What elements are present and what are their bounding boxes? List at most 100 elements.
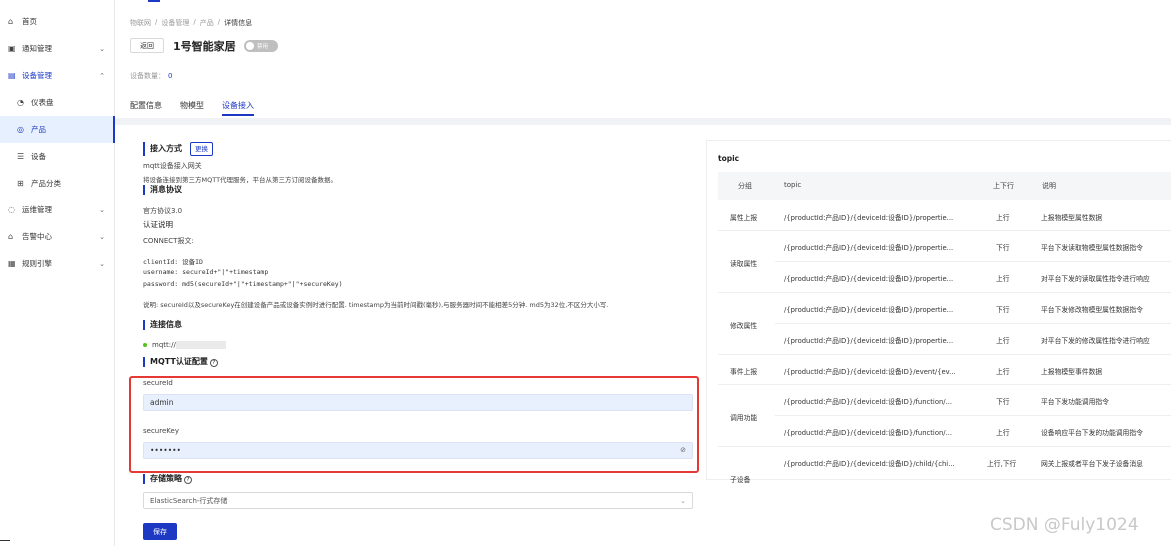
sidebar-item-label: 运维管理 — [22, 205, 52, 214]
topic-cell[interactable]: /{productId:产品ID}/{deviceId:设备ID}/proper… — [784, 335, 953, 345]
securekey-label: secureKey — [143, 427, 179, 435]
sidebar-item-alarm[interactable]: ⌂ 告警中心 ⌄ — [0, 223, 115, 250]
sidebar-item-ops[interactable]: ◌ 运维管理 ⌄ — [0, 196, 115, 223]
change-button[interactable]: 更换 — [190, 142, 213, 156]
topic-cell[interactable]: /{productId:产品ID}/{deviceId:设备ID}/proper… — [784, 242, 953, 252]
device-icon: ☰ — [17, 152, 25, 161]
row-divider — [718, 230, 1171, 231]
device-count: 设备数量： 0 — [130, 71, 172, 81]
row-divider — [775, 323, 1171, 324]
topic-cell[interactable]: /{productId:产品ID}/{deviceId:设备ID}/functi… — [784, 396, 952, 406]
code-line: clientId: 设备ID — [143, 258, 203, 266]
topic-cell[interactable]: /{productId:产品ID}/{deviceId:设备ID}/child/… — [784, 458, 955, 468]
group-cell: 读取属性 — [730, 260, 758, 268]
auth-title: 认证说明 — [143, 220, 173, 229]
connect-url: mqtt:// — [143, 341, 226, 349]
group-cell: 属性上报 — [730, 214, 758, 222]
access-name: mqtt设备接入网关 — [143, 162, 202, 170]
desc-cell: 上报物模型事件数据 — [1041, 368, 1103, 376]
watermark: CSDN @Fuly1024 — [990, 515, 1139, 535]
save-button[interactable]: 保存 — [143, 523, 177, 540]
question-icon[interactable]: ? — [184, 476, 192, 484]
storage-select[interactable]: ElasticSearch-行式存储 ⌄ — [143, 492, 693, 509]
breadcrumb-item[interactable]: 产品 — [200, 18, 214, 28]
breadcrumb-current: 详情信息 — [224, 19, 253, 27]
sidebar-item-home[interactable]: ⌂ 首页 — [0, 8, 115, 35]
topic-title: topic — [718, 154, 740, 163]
sidebar-item-label: 首页 — [22, 17, 37, 26]
column-header: 说明 — [1042, 182, 1056, 190]
row-divider — [718, 354, 1171, 355]
device-count-label: 设备数量： — [130, 72, 165, 80]
dashboard-icon: ◔ — [17, 98, 24, 107]
sidebar-item-label: 规则引擎 — [22, 259, 52, 268]
desc-cell: 对平台下发的读取属性指令进行响应 — [1041, 275, 1150, 283]
protocol-name: 官方协议3.0 — [143, 207, 183, 215]
securekey-input[interactable]: ••••••• ⊘ — [143, 442, 693, 459]
chevron-down-icon: ⌄ — [99, 44, 105, 53]
section-title: 接入方式 — [150, 144, 182, 153]
secureid-label: secureId — [143, 379, 173, 387]
topic-cell[interactable]: /{productId:产品ID}/{deviceId:设备ID}/proper… — [784, 304, 953, 314]
desc-cell: 上报物模型属性数据 — [1041, 214, 1103, 222]
desc-cell: 平台下发修改物模型属性数据指令 — [1041, 306, 1143, 314]
collapse-handle[interactable] — [0, 540, 10, 541]
tab-config[interactable]: 配置信息 — [130, 100, 162, 116]
sidebar: ⌂ 首页 ▣ 通知管理 ⌄ ▤ 设备管理 ⌃ ◔ 仪表盘 ◎ 产品 ☰ 设备 ⊞… — [0, 0, 115, 546]
sidebar-item-label: 设备 — [31, 152, 46, 161]
sidebar-item-label: 仪表盘 — [31, 98, 54, 107]
back-button[interactable]: 返回 — [130, 38, 164, 53]
row-divider — [775, 415, 1171, 416]
active-top-indicator — [148, 0, 160, 2]
sidebar-item-label: 通知管理 — [22, 44, 52, 53]
sidebar-item-label: 产品 — [31, 125, 46, 134]
sidebar-item-device-mgmt[interactable]: ▤ 设备管理 ⌃ — [0, 62, 115, 89]
chevron-down-icon: ⌄ — [99, 205, 105, 214]
column-header: topic — [784, 181, 802, 189]
redacted-address — [175, 341, 226, 349]
sidebar-item-product[interactable]: ◎ 产品 — [0, 116, 115, 143]
row-divider — [718, 446, 1171, 447]
direction-cell: 上行 — [996, 275, 1010, 283]
section-title: MQTT认证配置 — [150, 357, 208, 366]
page-title: 1号智能家居 — [173, 40, 236, 53]
secureid-input[interactable]: admin — [143, 394, 693, 411]
sidebar-item-device[interactable]: ☰ 设备 — [0, 143, 115, 170]
auth-note: 说明: secureId以及secureKey在创建设备产品或设备实例时进行配置… — [143, 301, 609, 309]
chevron-down-icon: ⌄ — [680, 496, 686, 505]
toggle-knob — [246, 42, 254, 50]
desc-cell: 平台下发功能调用指令 — [1041, 398, 1109, 406]
topic-cell[interactable]: /{productId:产品ID}/{deviceId:设备ID}/functi… — [784, 427, 952, 437]
sidebar-item-rule-engine[interactable]: ▦ 规则引擎 ⌄ — [0, 250, 115, 277]
device-count-value[interactable]: 0 — [168, 72, 172, 80]
breadcrumb-sep: / — [155, 18, 158, 26]
topic-cell[interactable]: /{productId:产品ID}/{deviceId:设备ID}/proper… — [784, 212, 953, 222]
group-cell: 修改属性 — [730, 322, 758, 330]
topic-cell[interactable]: /{productId:产品ID}/{deviceId:设备ID}/event/… — [784, 366, 956, 376]
sidebar-item-label: 告警中心 — [22, 232, 52, 241]
chevron-down-icon: ⌄ — [99, 232, 105, 241]
question-icon[interactable]: ? — [209, 359, 218, 367]
breadcrumb-item[interactable]: 物联网 — [130, 18, 151, 28]
direction-cell: 上行,下行 — [987, 460, 1017, 468]
status-toggle[interactable]: 禁用 — [244, 40, 278, 52]
section-mqtt-auth: MQTT认证配置? — [143, 357, 218, 367]
row-divider — [718, 292, 1171, 293]
sidebar-item-dashboard[interactable]: ◔ 仪表盘 — [0, 89, 115, 116]
tab-device-access[interactable]: 设备接入 — [222, 100, 254, 116]
section-title: 存储策略 — [150, 474, 182, 483]
device-mgmt-icon: ▤ — [8, 71, 16, 80]
topic-cell[interactable]: /{productId:产品ID}/{deviceId:设备ID}/proper… — [784, 273, 953, 283]
sidebar-item-notice[interactable]: ▣ 通知管理 ⌄ — [0, 35, 115, 62]
group-cell: 调用功能 — [730, 414, 758, 422]
eye-off-icon[interactable]: ⊘ — [680, 446, 686, 454]
storage-value: ElasticSearch-行式存储 — [150, 496, 228, 505]
breadcrumb-item[interactable]: 设备管理 — [161, 18, 189, 28]
sidebar-item-category[interactable]: ⊞ 产品分类 — [0, 170, 115, 197]
alarm-icon: ⌂ — [8, 232, 14, 241]
direction-cell: 上行 — [996, 214, 1010, 222]
direction-cell: 下行 — [996, 398, 1010, 406]
tab-thing-model[interactable]: 物模型 — [180, 100, 204, 116]
row-divider — [775, 261, 1171, 262]
connect-url-text[interactable]: mqtt:// — [152, 341, 176, 349]
